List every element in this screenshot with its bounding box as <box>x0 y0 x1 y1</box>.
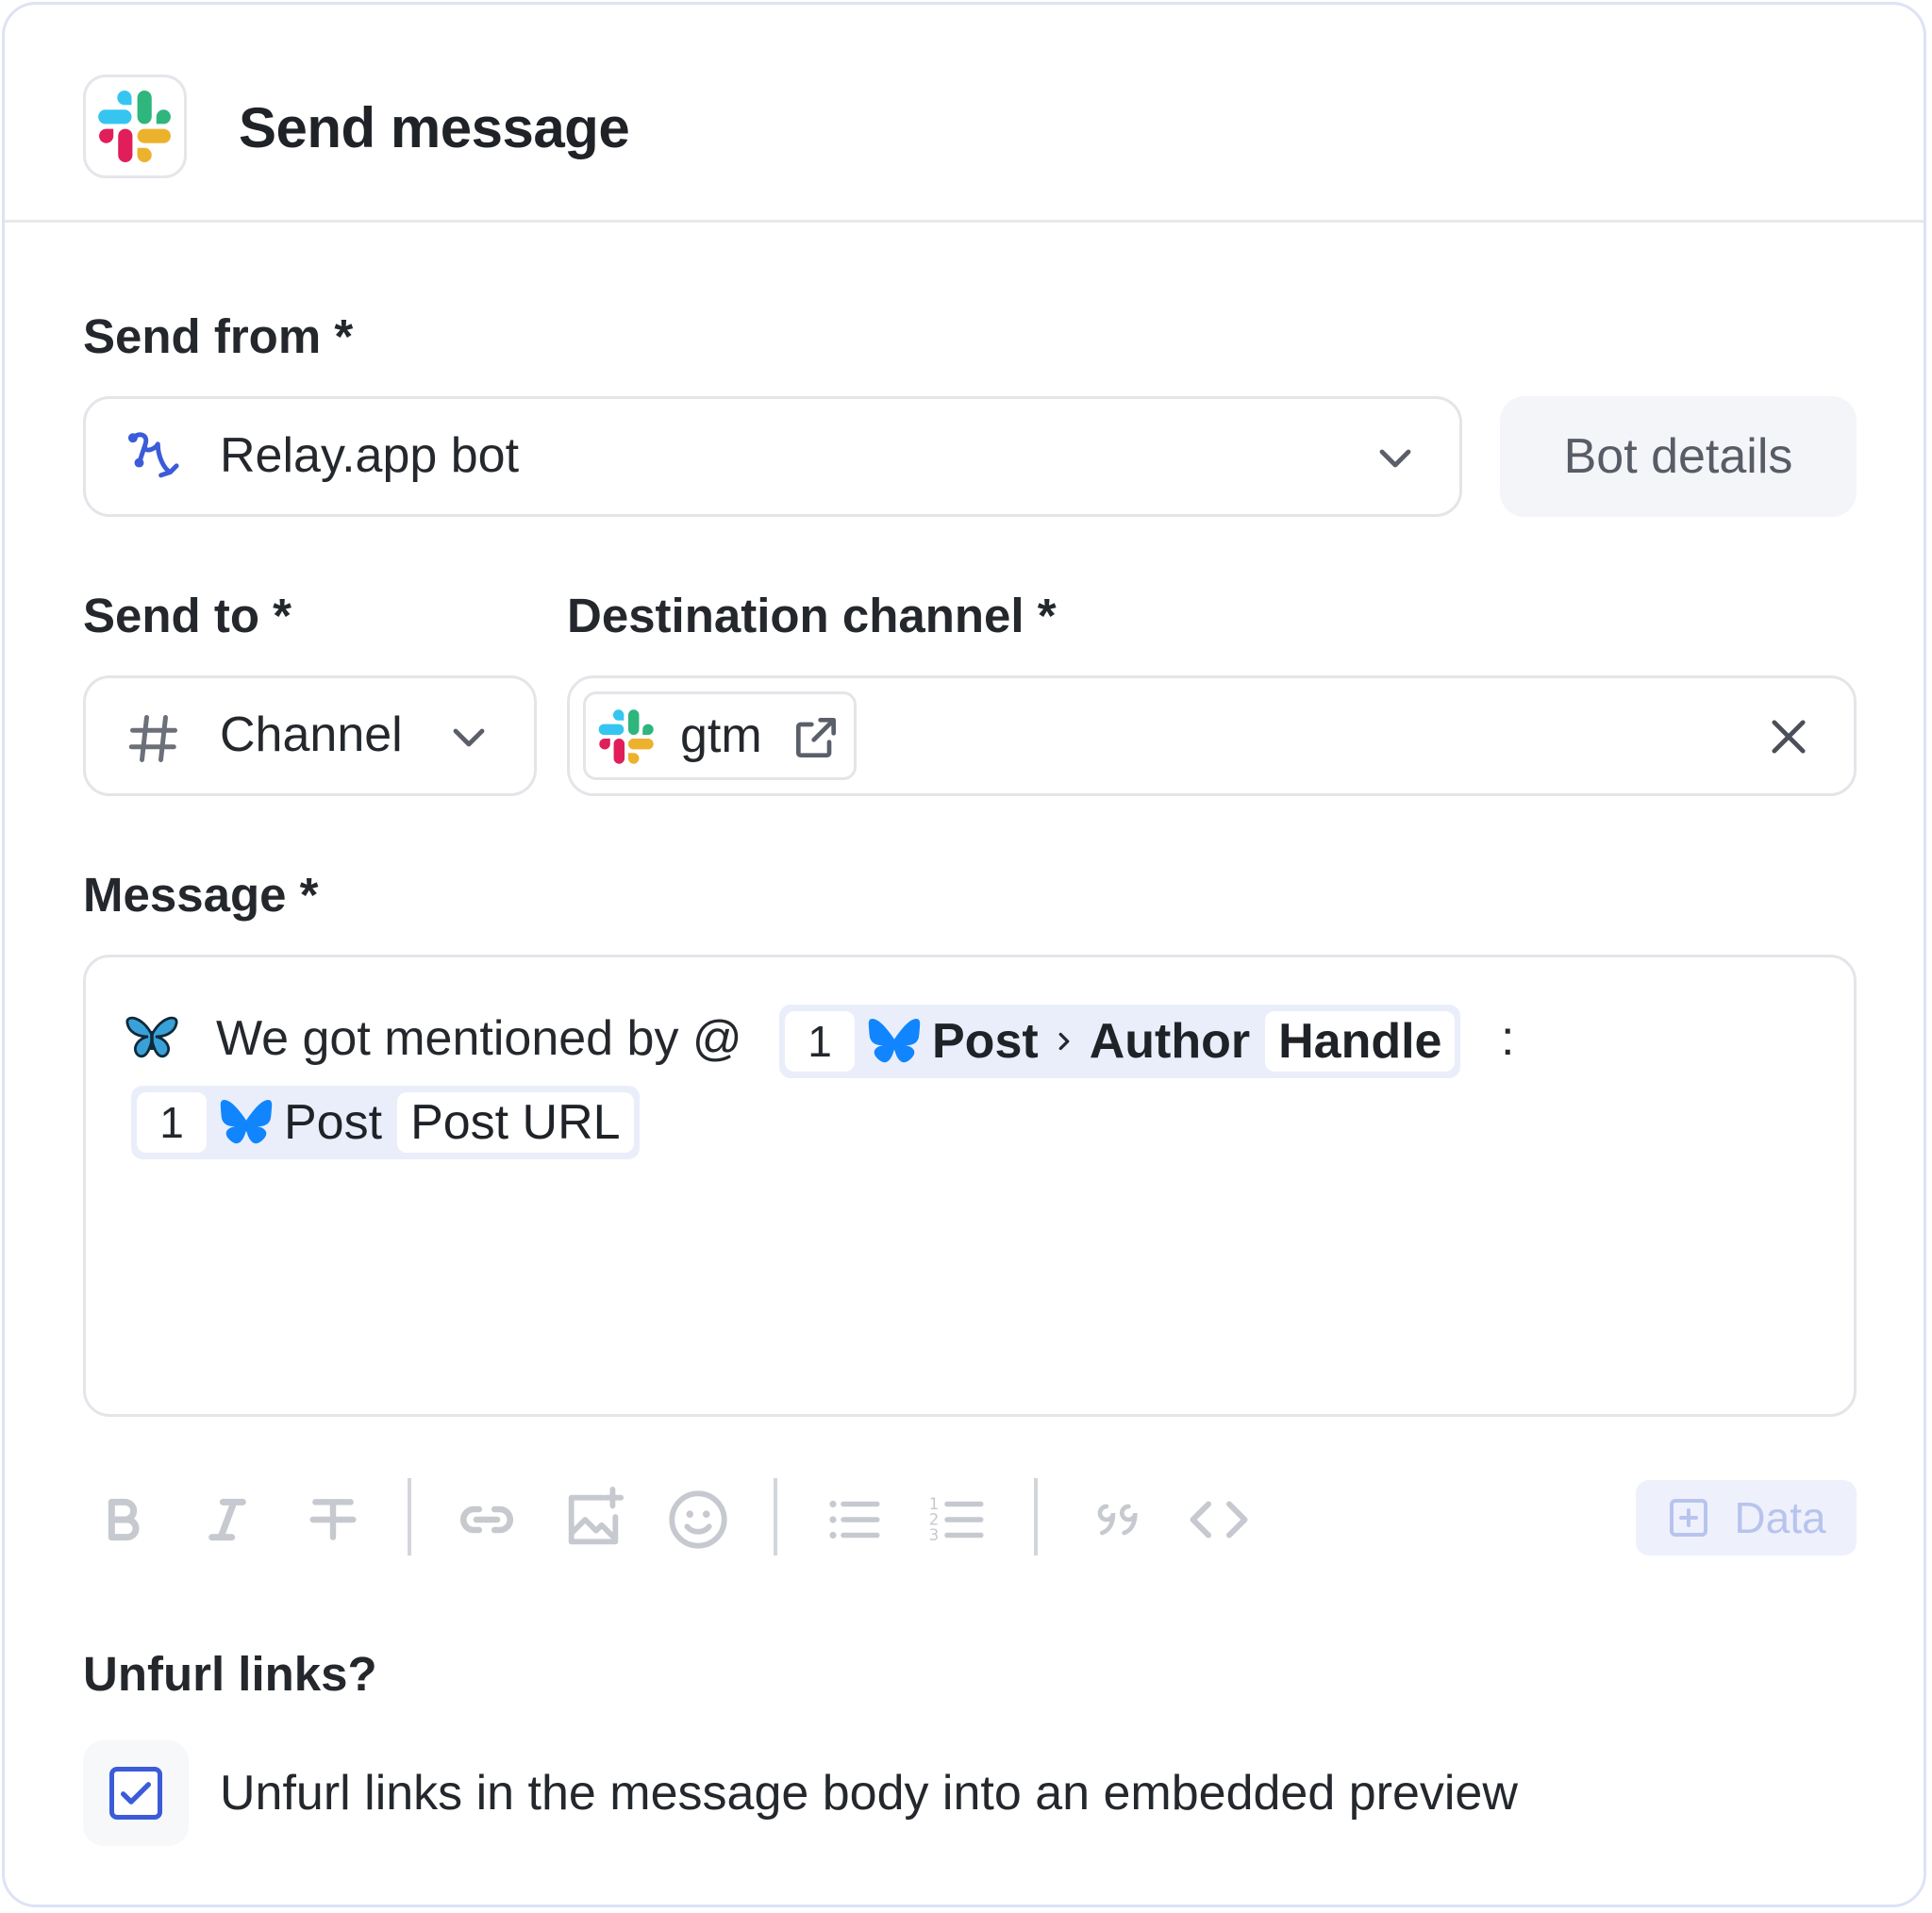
toolbar-divider <box>1034 1478 1038 1555</box>
token-field-box: Handle <box>1265 1011 1456 1072</box>
strikethrough-icon[interactable] <box>295 1482 371 1557</box>
hash-icon <box>125 710 182 772</box>
numbered-list-icon[interactable]: 123 <box>920 1482 995 1557</box>
token-field-box: Post URL <box>397 1092 634 1153</box>
send-from-value: Relay.app bot <box>220 428 520 483</box>
data-token-post-url[interactable]: 1 Post Post URL <box>131 1086 640 1159</box>
bluesky-icon <box>868 1018 921 1065</box>
bluesky-icon <box>220 1099 273 1146</box>
message-label: Message * <box>83 868 319 922</box>
token-path: Author <box>1089 1014 1251 1069</box>
token-field: Handle <box>1278 1014 1442 1069</box>
channel-chip[interactable]: gtm <box>583 691 857 780</box>
message-suffix-text: : <box>1501 1011 1515 1066</box>
page-title: Send message <box>239 96 630 159</box>
insert-data-button[interactable]: Data <box>1636 1480 1857 1555</box>
toolbar-divider <box>408 1478 411 1555</box>
toolbar-divider <box>774 1478 777 1555</box>
destination-channel-label: Destination channel * <box>567 589 1057 642</box>
plus-square-icon <box>1666 1495 1711 1540</box>
link-icon[interactable] <box>449 1482 525 1557</box>
bullet-list-icon[interactable] <box>816 1482 891 1557</box>
token-source: Post <box>932 1014 1039 1069</box>
send-to-label: Send to * <box>83 589 292 642</box>
code-icon[interactable] <box>1181 1482 1257 1557</box>
destination-channel-field[interactable]: gtm <box>567 675 1857 796</box>
quote-icon[interactable] <box>1075 1482 1151 1557</box>
slack-icon <box>597 707 656 771</box>
data-token-author-handle[interactable]: 1 Post Author Handle <box>779 1005 1461 1078</box>
emoji-icon[interactable] <box>660 1482 736 1557</box>
send-from-label: Send from * <box>83 309 354 363</box>
chevron-right-icon <box>1046 1027 1082 1056</box>
data-button-label: Data <box>1734 1493 1826 1542</box>
token-source: Post <box>284 1095 383 1150</box>
panel-header: Send message <box>5 5 1924 223</box>
svg-text:3: 3 <box>929 1526 940 1544</box>
image-icon[interactable] <box>556 1482 631 1557</box>
message-editor[interactable]: We got mentioned by @ 1 Post Author Hand… <box>83 955 1857 1417</box>
unfurl-links-label: Unfurl links? <box>83 1647 377 1701</box>
clear-icon[interactable] <box>1764 712 1813 766</box>
unfurl-checkbox[interactable] <box>109 1767 162 1820</box>
checkmark-icon <box>120 1782 151 1805</box>
chevron-down-icon <box>1373 435 1418 485</box>
channel-name: gtm <box>680 708 762 763</box>
token-field: Post URL <box>410 1095 621 1150</box>
chevron-down-icon <box>446 714 491 764</box>
italic-icon[interactable] <box>190 1482 265 1557</box>
token-step-number: 1 <box>785 1011 855 1072</box>
send-to-value: Channel <box>220 707 403 762</box>
butterfly-emoji-icon <box>124 1012 180 1066</box>
bold-icon[interactable] <box>85 1482 160 1557</box>
send-from-select[interactable]: Relay.app bot <box>83 396 1462 517</box>
bot-details-button[interactable]: Bot details <box>1500 396 1857 517</box>
relay-bot-icon <box>124 425 186 492</box>
slack-icon <box>83 75 187 178</box>
unfurl-checkbox-wrapper[interactable] <box>83 1740 189 1846</box>
external-link-icon[interactable] <box>790 711 842 769</box>
send-message-panel: Send message Send from * Relay.app bot B… <box>2 2 1926 1907</box>
token-step-number: 1 <box>137 1092 207 1153</box>
message-prefix-text: We got mentioned by @ <box>216 1011 742 1066</box>
unfurl-checkbox-label[interactable]: Unfurl links in the message body into an… <box>220 1765 1518 1822</box>
send-to-select[interactable]: Channel <box>83 675 537 796</box>
